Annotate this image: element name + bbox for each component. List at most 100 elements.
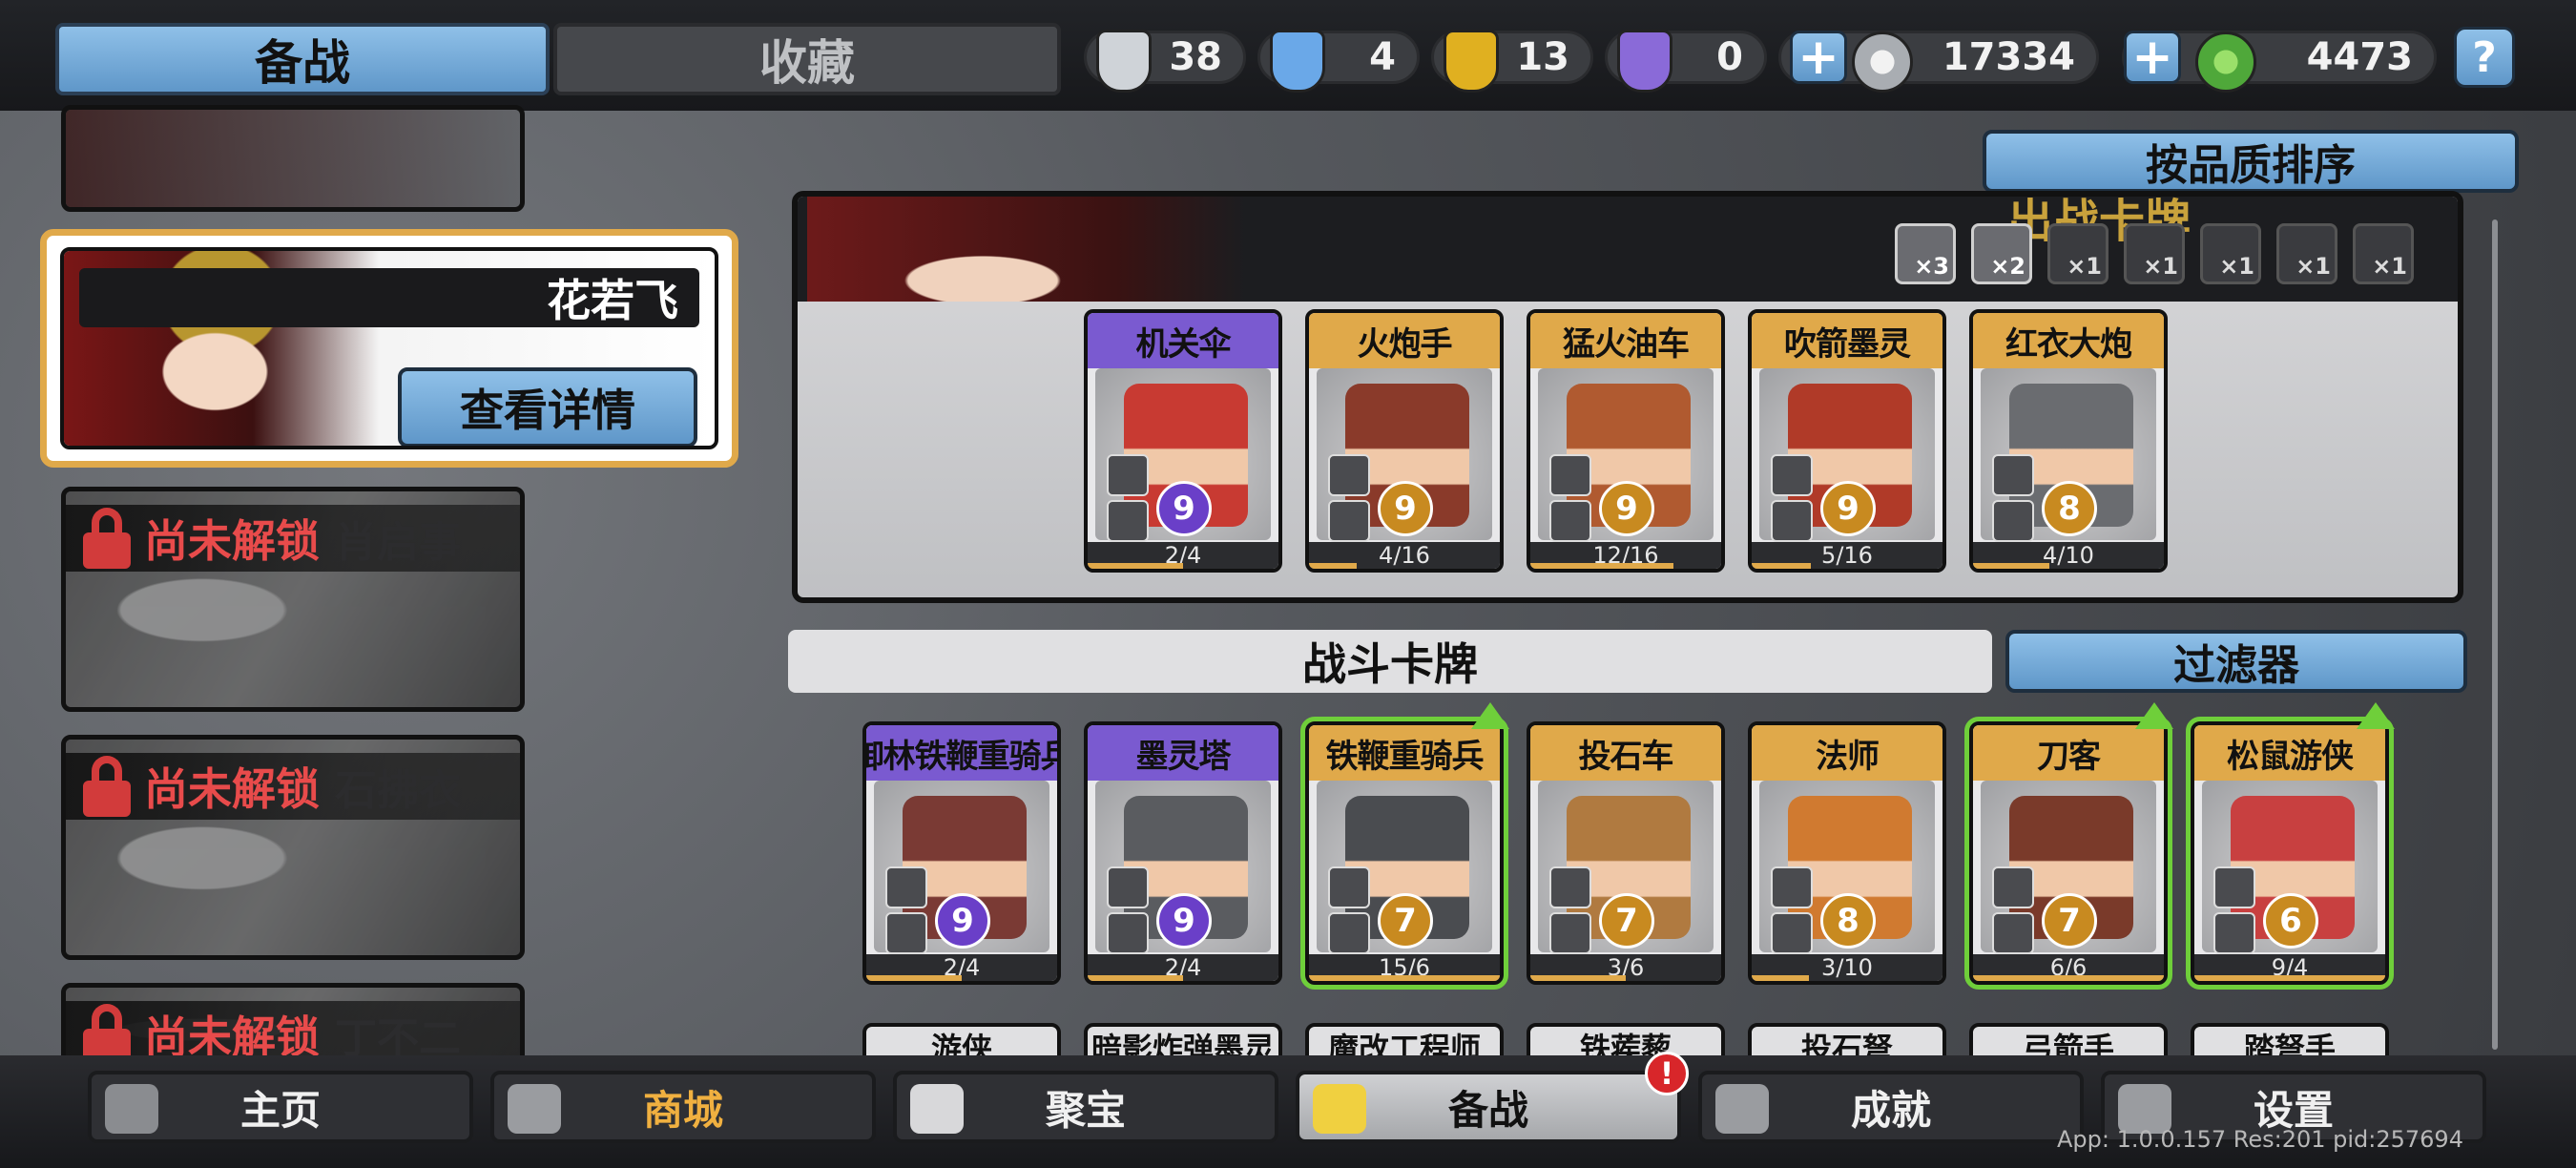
nav-home[interactable]: 主页: [88, 1071, 473, 1143]
lock-icon: [83, 756, 131, 817]
resource-value: 38: [1169, 35, 1222, 79]
purple-shield-icon: [1617, 30, 1672, 93]
unit-trait-icon: [1328, 912, 1370, 954]
add-jade-button[interactable]: +: [2124, 31, 2181, 84]
help-button[interactable]: ?: [2454, 27, 2515, 88]
spear-trait-icon[interactable]: ×1: [2200, 223, 2261, 284]
achievement-grid-icon: [1715, 1084, 1769, 1134]
unit-card[interactable]: 法师 8 3/10: [1748, 721, 1946, 985]
card-name: 投石车: [1530, 725, 1721, 781]
hero-portrait: [66, 110, 520, 207]
currency-silver-value: 17334: [1942, 35, 2075, 79]
card-name: 红衣大炮: [1973, 313, 2164, 368]
unit-card[interactable]: 火炮手 9 4/16: [1305, 309, 1504, 573]
nav-label: 主页: [239, 1086, 321, 1134]
sword-trait-icon[interactable]: ×3: [1895, 223, 1956, 284]
hero-portrait: [807, 197, 1246, 302]
unit-type-icon: [2213, 866, 2255, 908]
unit-type-icon: [1549, 454, 1591, 496]
card-progress-bar: [1309, 975, 1500, 981]
resource-purple-shield: 0: [1605, 30, 1767, 93]
nav-treasure-bowl[interactable]: 聚宝: [893, 1071, 1278, 1143]
nav-label: 成就: [1850, 1086, 1931, 1134]
card-level: 9: [1820, 481, 1876, 536]
resource-blue-crystal: 4: [1257, 30, 1420, 93]
version-text: App: 1.0.0.157 Res:201 pid:257694: [2057, 1126, 2463, 1153]
unit-trait-icon: [1771, 912, 1813, 954]
upgrade-arrow-icon: [1471, 702, 1509, 729]
unit-type-icon: [1107, 866, 1149, 908]
locked-hero-card[interactable]: 尚未解锁 肖启事: [61, 487, 525, 712]
tab-collection[interactable]: 收藏: [553, 23, 1061, 95]
locked-hero-name: 石拂衣: [335, 766, 461, 815]
selected-hero-inner: 花若飞 查看详情: [60, 247, 718, 449]
helmet-trait-icon[interactable]: ×1: [2276, 223, 2337, 284]
silver-shard-icon: [1096, 30, 1152, 93]
card-name: 松鼠游侠: [2194, 725, 2385, 781]
unit-trait-icon: [1107, 912, 1149, 954]
card-progress-bar: [866, 975, 962, 981]
silver-coin-icon: [1852, 31, 1913, 93]
battle-cards-title: 战斗卡牌: [788, 630, 1992, 693]
burst-trait-icon[interactable]: ×2: [1971, 223, 2032, 284]
unit-card[interactable]: 御林铁鞭重骑兵 9 2/4: [862, 721, 1061, 985]
unit-card[interactable]: 机关伞 9 2/4: [1084, 309, 1282, 573]
treasure-bowl-icon: [910, 1084, 964, 1134]
lock-icon: [83, 508, 131, 569]
filter-button[interactable]: 过滤器: [2005, 630, 2467, 693]
unit-card[interactable]: 猛火油车 9 12/16: [1527, 309, 1725, 573]
resource-silver-shard: 38: [1084, 30, 1246, 93]
unit-type-icon: [1107, 454, 1149, 496]
card-progress-bar: [1088, 975, 1183, 981]
scrollbar[interactable]: [2492, 219, 2498, 1050]
nav-cards[interactable]: 备战: [1296, 1071, 1681, 1143]
card-level: 9: [1599, 481, 1654, 536]
nav-achievement-grid[interactable]: 成就: [1698, 1071, 2084, 1143]
unit-type-icon: [1992, 454, 2034, 496]
unit-card[interactable]: 墨灵塔 9 2/4: [1084, 721, 1282, 985]
add-silver-button[interactable]: +: [1790, 31, 1847, 84]
unit-type-icon: [1771, 866, 1813, 908]
bow-trait-icon[interactable]: ×1: [2124, 223, 2185, 284]
selected-hero-card[interactable]: 花若飞 查看详情: [40, 229, 738, 468]
hero-card-partial[interactable]: [61, 105, 525, 212]
card-name: 火炮手: [1309, 313, 1500, 368]
card-level: 9: [935, 893, 990, 949]
card-progress-bar: [2194, 975, 2385, 981]
upgrade-arrow-icon: [2357, 702, 2395, 729]
unit-card[interactable]: 铁鞭重骑兵 7 15/6: [1300, 717, 1508, 990]
unit-trait-icon: [1107, 500, 1149, 542]
gold-badge-icon: [1444, 30, 1499, 93]
view-details-button[interactable]: 查看详情: [398, 367, 697, 446]
home-icon: [105, 1084, 158, 1134]
unit-trait-icon: [1549, 500, 1591, 542]
hero-name: 花若飞: [79, 268, 699, 327]
unit-type-icon: [1771, 454, 1813, 496]
unit-card[interactable]: 投石车 7 3/6: [1527, 721, 1725, 985]
unit-card[interactable]: 刀客 7 6/6: [1964, 717, 2172, 990]
unit-card[interactable]: 吹箭墨灵 9 5/16: [1748, 309, 1946, 573]
tab-prepare[interactable]: 备战: [55, 23, 550, 95]
unit-type-icon: [1328, 454, 1370, 496]
resource-value: 0: [1716, 35, 1743, 79]
unit-card[interactable]: 红衣大炮 8 4/10: [1969, 309, 2168, 573]
locked-hero-card[interactable]: 尚未解锁 石拂衣: [61, 735, 525, 960]
gear-trait-icon[interactable]: ×1: [2047, 223, 2109, 284]
unit-card[interactable]: 松鼠游侠 6 9/4: [2186, 717, 2394, 990]
unit-type-icon: [1328, 866, 1370, 908]
unit-trait-icon: [1328, 500, 1370, 542]
nav-label: 商城: [642, 1086, 723, 1134]
card-level: 7: [1378, 893, 1433, 949]
sort-by-quality-button[interactable]: 按品质排序: [1983, 130, 2519, 193]
resource-value: 13: [1516, 35, 1569, 79]
card-name: 吹箭墨灵: [1752, 313, 1942, 368]
nav-shop-coins[interactable]: 商城: [490, 1071, 876, 1143]
card-name: 机关伞: [1088, 313, 1278, 368]
unit-type-icon: [885, 866, 927, 908]
card-progress-bar: [1752, 975, 1809, 981]
card-progress-bar: [1088, 563, 1183, 569]
nav-label: 聚宝: [1045, 1086, 1126, 1134]
resource-value: 4: [1369, 35, 1396, 79]
wall-trait-icon[interactable]: ×1: [2353, 223, 2414, 284]
card-name: 法师: [1752, 725, 1942, 781]
